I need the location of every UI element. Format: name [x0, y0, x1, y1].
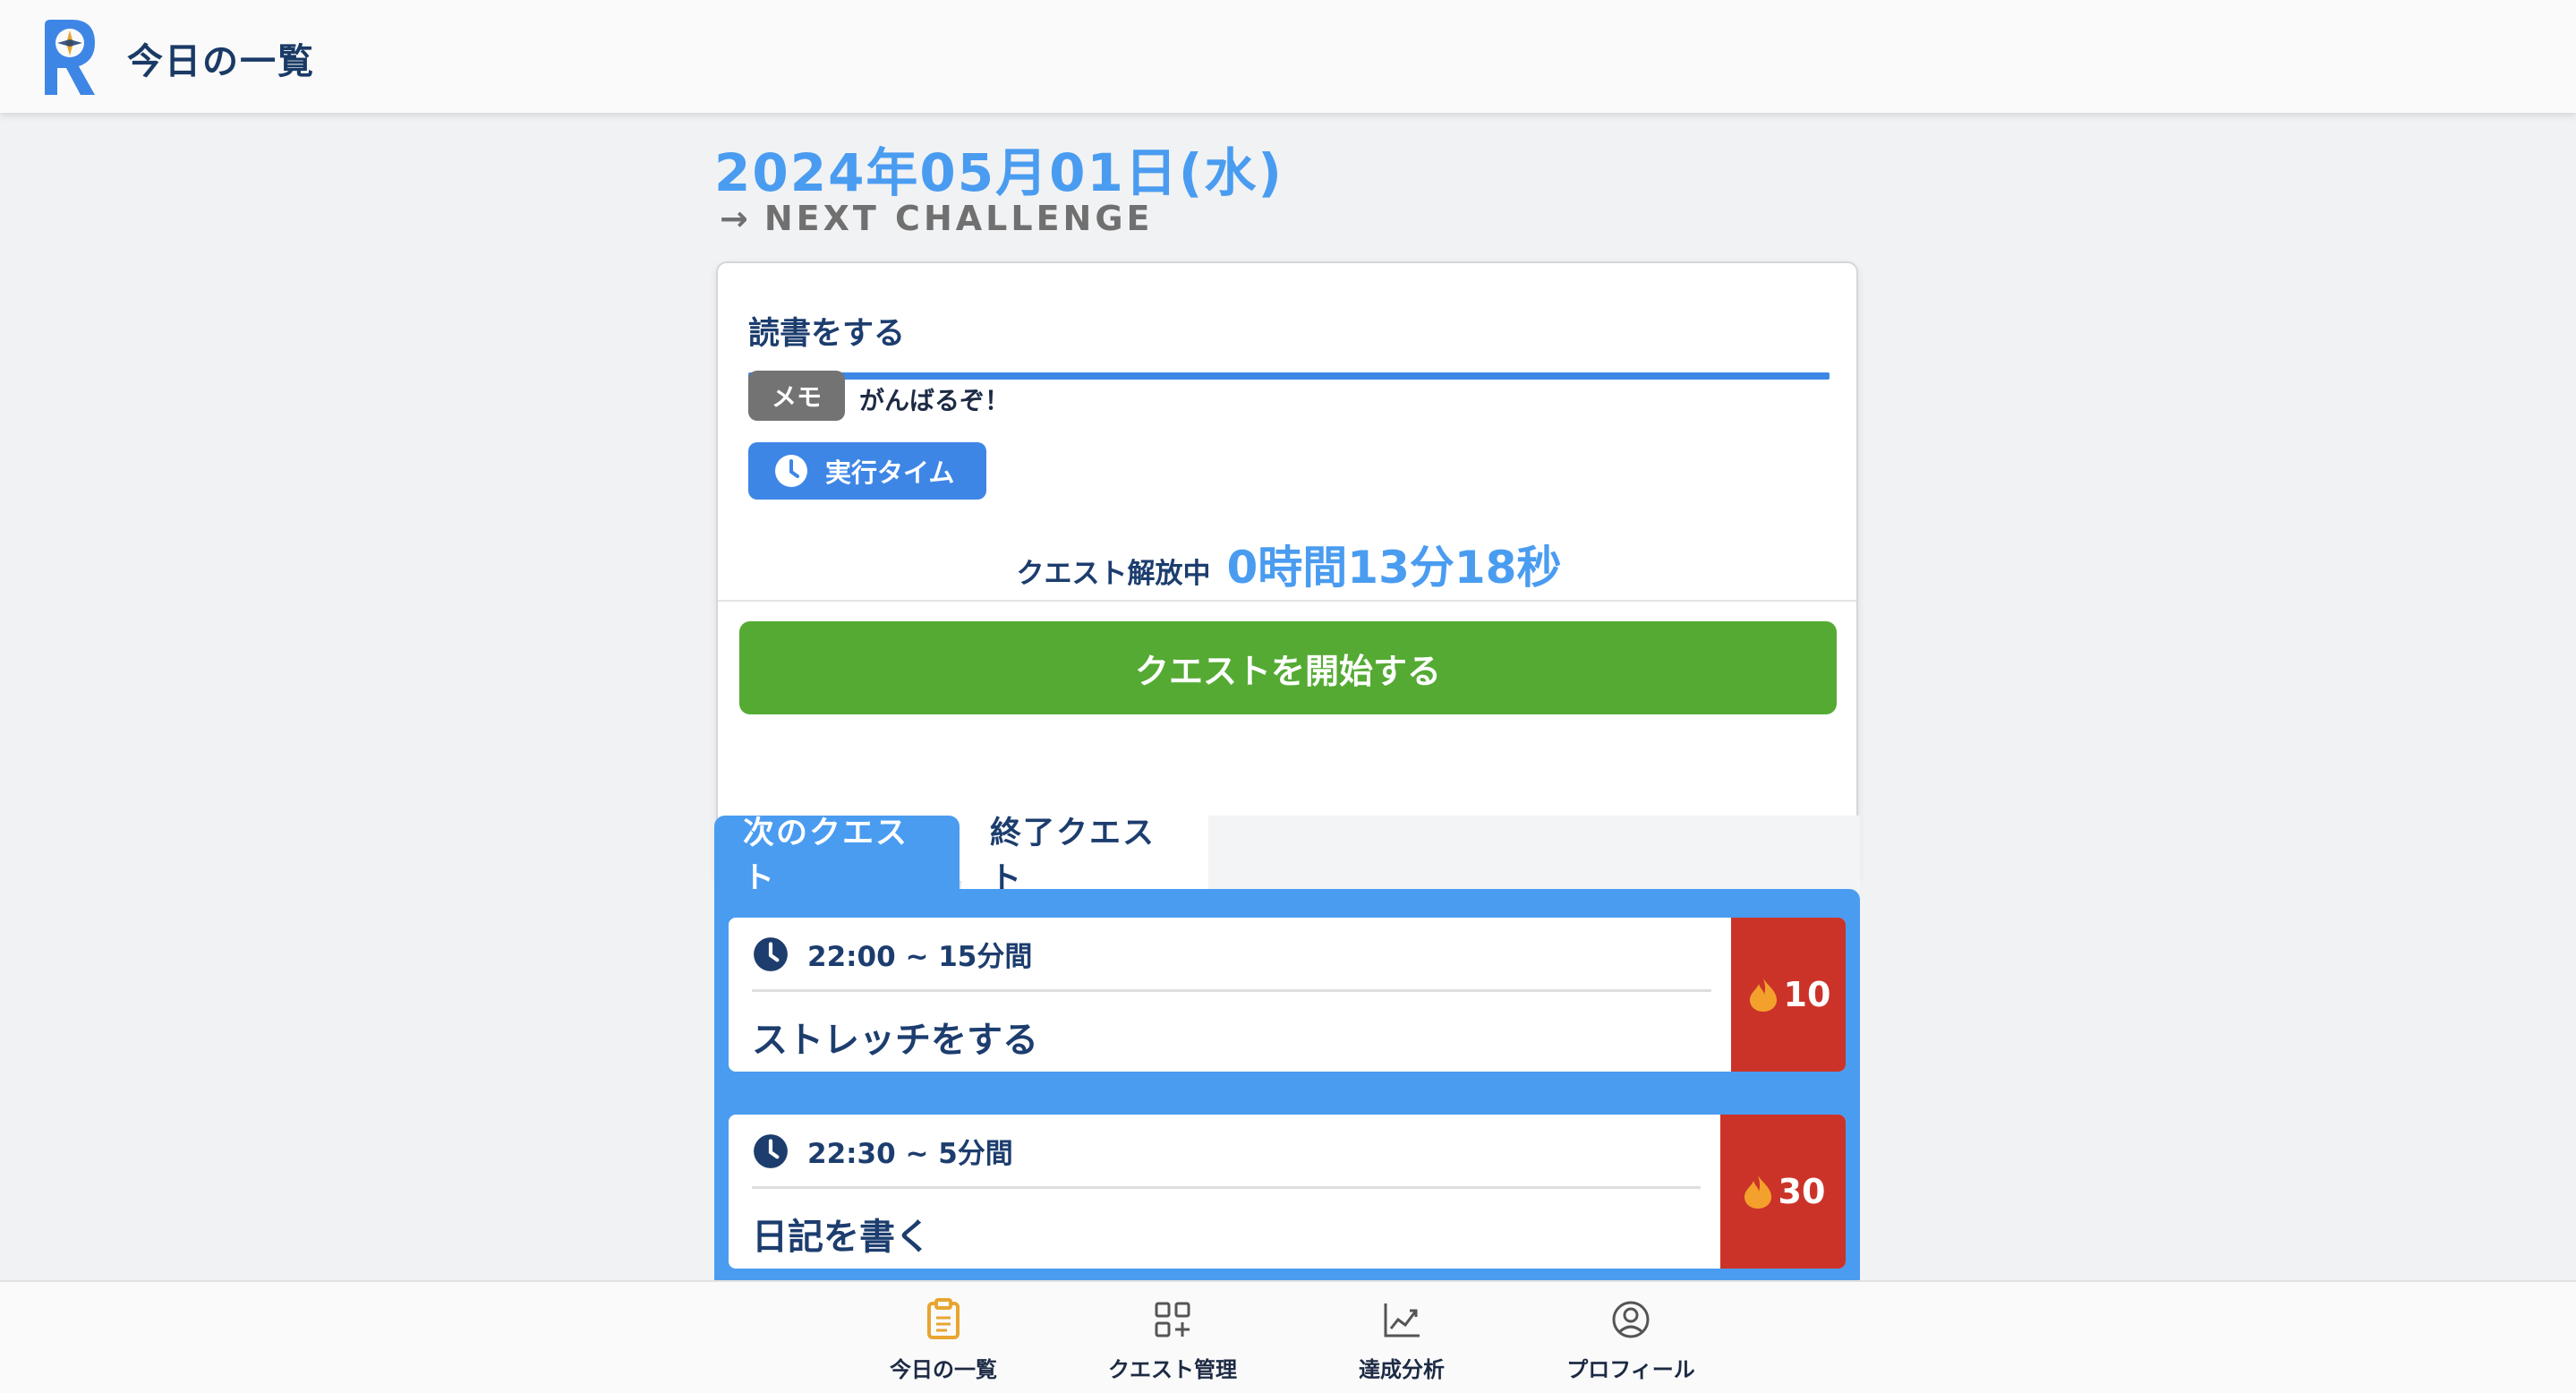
- page-title: 今日の一覧: [127, 41, 315, 82]
- quest-points-value: 10: [1783, 975, 1831, 1014]
- nav-label: 達成分析: [1359, 1357, 1445, 1382]
- challenge-card: 読書をする メモ がんばるぞ！ 実行タイム クエスト解放中 0時間13分18秒 …: [716, 261, 1858, 883]
- nav-label: プロフィール: [1566, 1357, 1695, 1382]
- exec-time-label: 実行タイム: [825, 457, 955, 488]
- app-header: 今日の一覧: [0, 0, 2576, 113]
- nav-item-analytics[interactable]: 達成分析: [1303, 1298, 1500, 1383]
- challenge-title: 読書をする: [748, 316, 906, 352]
- nav-item-profile[interactable]: プロフィール: [1532, 1298, 1729, 1383]
- unlock-status: クエスト解放中 0時間13分18秒: [718, 532, 1860, 596]
- unlock-label: クエスト解放中: [1016, 558, 1211, 590]
- quest-points-value: 30: [1778, 1172, 1826, 1211]
- clipboard-icon: [927, 1298, 960, 1339]
- next-challenge-heading: → NEXT CHALLENGE: [720, 199, 1154, 238]
- start-quest-button[interactable]: クエストを開始する: [739, 621, 1837, 714]
- clock-icon: [754, 1133, 788, 1168]
- chart-line-icon: [1384, 1303, 1420, 1337]
- tab-finished-quests[interactable]: 終了クエスト: [961, 816, 1208, 897]
- arrow-right-icon: →: [720, 199, 752, 238]
- quest-name: 日記を書く: [752, 1217, 931, 1258]
- quest-divider: [752, 989, 1711, 992]
- quest-name: ストレッチをする: [752, 1020, 1038, 1061]
- nav-item-quest-management[interactable]: クエスト管理: [1074, 1298, 1271, 1383]
- app-logo[interactable]: [36, 16, 102, 97]
- grid-plus-icon: [1155, 1302, 1190, 1337]
- card-divider: [748, 372, 1830, 380]
- quest-points-badge: 30: [1720, 1115, 1846, 1269]
- next-challenge-label: NEXT CHALLENGE: [763, 199, 1154, 238]
- tab-next-quests[interactable]: 次のクエスト: [714, 816, 960, 897]
- exec-time-button[interactable]: 実行タイム: [748, 442, 986, 500]
- nav-item-today[interactable]: 今日の一覧: [845, 1298, 1042, 1383]
- quest-time: 22:30 ~ 5分間: [752, 1131, 1013, 1171]
- quest-item[interactable]: 22:30 ~ 5分間 日記を書く 30: [729, 1115, 1846, 1269]
- clock-icon: [775, 455, 807, 487]
- flame-icon: [1749, 979, 1777, 1012]
- quest-item[interactable]: 22:00 ~ 15分間 ストレッチをする 10: [729, 918, 1846, 1072]
- quest-tabs: 次のクエスト 終了クエスト: [714, 816, 1860, 897]
- memo-badge: メモ: [748, 371, 845, 421]
- quest-time-text: 22:00 ~ 15分間: [807, 941, 1033, 973]
- tab-bar-background: [1208, 816, 1860, 891]
- unlock-timer: 0時間13分18秒: [1226, 542, 1562, 594]
- memo-text: がんばるぞ！: [859, 386, 1011, 415]
- flame-icon: [1744, 1175, 1771, 1209]
- quest-time-text: 22:30 ~ 5分間: [807, 1138, 1013, 1170]
- quest-points-badge: 10: [1731, 918, 1846, 1072]
- current-date: 2024年05月01日(水): [714, 142, 1284, 203]
- clock-icon: [754, 936, 788, 971]
- card-separator: [718, 600, 1856, 602]
- nav-label: 今日の一覧: [890, 1357, 997, 1382]
- quest-divider: [752, 1186, 1701, 1189]
- bottom-nav: 今日の一覧 クエスト管理 達成分析 プロフィール: [0, 1280, 2576, 1393]
- user-circle-icon: [1612, 1301, 1650, 1338]
- nav-label: クエスト管理: [1108, 1357, 1237, 1382]
- quest-time: 22:00 ~ 15分間: [752, 934, 1032, 974]
